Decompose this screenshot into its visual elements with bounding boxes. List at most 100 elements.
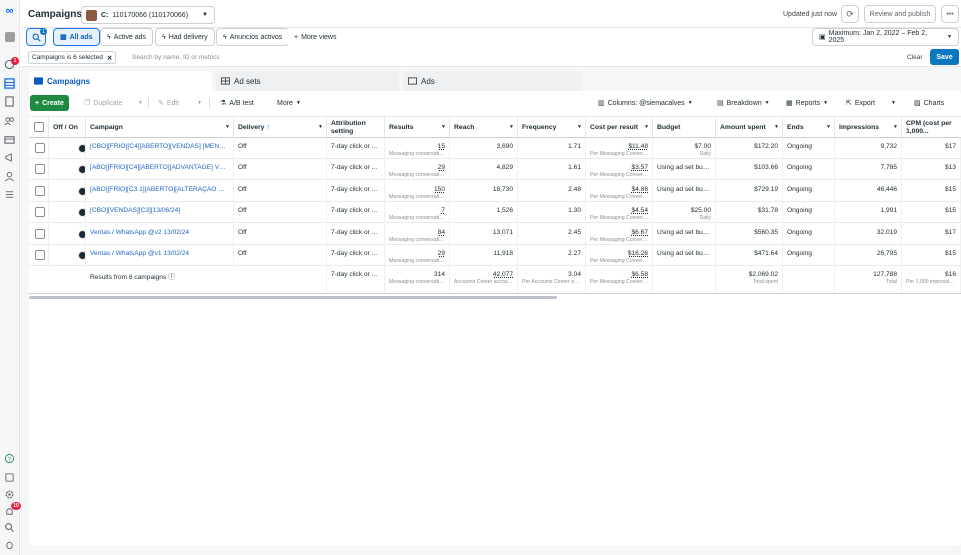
edit-button[interactable]: ✎ Edit <box>153 95 184 111</box>
megaphone-icon[interactable] <box>3 151 16 164</box>
row-checkbox[interactable] <box>35 164 45 175</box>
bug-report-icon[interactable] <box>3 538 16 551</box>
col-cost-per-result[interactable]: Cost per result ▼ <box>586 117 653 138</box>
review-publish-button[interactable]: Review and publish <box>864 5 936 23</box>
people-icon[interactable] <box>3 170 16 183</box>
off-on-toggle[interactable] <box>78 229 85 239</box>
col-results[interactable]: Results ▼ <box>385 117 450 138</box>
more-options-button[interactable]: ••• <box>941 5 959 23</box>
col-budget[interactable]: Budget <box>653 117 716 138</box>
campaign-name-link[interactable]: [ABO][FRIO][C3.1][ABERTO][ALTERAÇÃO DE C… <box>90 186 229 193</box>
view-all-ads[interactable]: ▦ All ads <box>53 28 100 46</box>
billing-icon[interactable] <box>3 133 16 146</box>
cost-per-result-value[interactable]: $3.57 <box>631 164 648 171</box>
off-on-toggle[interactable] <box>78 251 85 260</box>
row-checkbox[interactable] <box>35 207 45 218</box>
meta-logo-icon[interactable]: ∞ <box>3 5 16 18</box>
pages-icon[interactable] <box>3 95 16 108</box>
account-selector[interactable]: C: 110170066 (110170066) ▼ <box>81 6 215 24</box>
col-cpm[interactable]: CPM (cost per 1,000... <box>902 117 961 138</box>
results-value[interactable]: 29 <box>438 250 445 257</box>
totals-cpr[interactable]: $6.58 <box>631 271 648 278</box>
col-reach[interactable]: Reach ▼ <box>450 117 518 138</box>
refresh-button[interactable]: ⟳ <box>841 5 859 23</box>
row-checkbox[interactable] <box>35 143 45 153</box>
ab-test-button[interactable]: ⚗ A/B test <box>215 95 259 111</box>
table-row[interactable]: [CBO][FRIO][C4][ABERTO][VENDAS] [MENSAGE… <box>29 138 961 159</box>
view-anuncios-activos[interactable]: ϟ Anuncios activos <box>216 28 290 46</box>
tab-ad-sets[interactable]: Ad sets <box>216 71 399 91</box>
col-attribution[interactable]: Attribution setting <box>327 117 385 138</box>
cost-per-result-value[interactable]: $6.67 <box>631 229 648 236</box>
cost-per-result-value[interactable]: $16.26 <box>628 250 648 257</box>
more-actions-button[interactable]: More ▼ <box>272 95 306 111</box>
table-row[interactable]: Ventas / WhatsApp @v2 13/02/24 Off 7-day c… <box>29 223 961 245</box>
campaign-name-link[interactable]: Ventas / WhatsApp @v2 13/02/24 <box>90 229 189 236</box>
close-icon[interactable]: ✕ <box>107 54 112 62</box>
clear-button[interactable]: Clear <box>907 54 923 61</box>
cost-per-result-value[interactable]: $11.48 <box>628 143 648 150</box>
help-icon[interactable]: ? <box>3 452 16 465</box>
campaign-name-link[interactable]: Ventas / WhatsApp @v1 13/02/24 <box>90 250 189 257</box>
reports-button[interactable]: ▦ Reports ▼ <box>781 95 833 111</box>
off-on-toggle[interactable] <box>78 186 85 196</box>
col-delivery[interactable]: Delivery ↑ ▼ <box>234 117 327 138</box>
tab-ads[interactable]: Ads <box>403 71 582 91</box>
duplicate-dropdown[interactable]: ▼ <box>133 95 148 111</box>
edit-dropdown[interactable]: ▼ <box>192 95 207 111</box>
view-active-ads[interactable]: ϟ Active ads <box>100 28 154 46</box>
feedback-icon[interactable] <box>3 471 16 484</box>
totals-reach[interactable]: 42,077 <box>493 271 513 278</box>
audiences-icon[interactable] <box>3 114 16 127</box>
row-checkbox[interactable] <box>35 250 45 260</box>
table-row[interactable]: Ventas / WhatsApp @v1 13/02/24 Off 7-day c… <box>29 245 961 266</box>
col-campaign[interactable]: Campaign ▼ <box>86 117 234 138</box>
horizontal-scrollbar[interactable] <box>29 296 557 299</box>
col-frequency[interactable]: Frequency ▼ <box>518 117 586 138</box>
export-button[interactable]: ⇱ Export <box>841 95 880 111</box>
breakdown-button[interactable]: ▤ Breakdown ▼ <box>712 95 775 111</box>
row-checkbox[interactable] <box>35 228 45 239</box>
campaign-name-link[interactable]: [ABO][FRIO][C4][ABERTO][ADVANTAGE] Venta… <box>90 164 229 171</box>
create-button[interactable]: + Create <box>30 95 69 111</box>
off-on-toggle[interactable] <box>78 165 85 175</box>
results-value[interactable]: 29 <box>438 164 445 171</box>
col-amount-spent[interactable]: Amount spent ▼ <box>716 117 783 138</box>
results-value[interactable]: 84 <box>438 229 445 236</box>
results-value[interactable]: 15 <box>438 143 445 150</box>
campaign-name-link[interactable]: [CBO][VENDAS][C3][13/06/24] <box>90 207 180 214</box>
table-row[interactable]: [ABO][FRIO][C4][ABERTO][ADVANTAGE] Venta… <box>29 159 961 181</box>
charts-button[interactable]: ▨ Charts <box>909 95 949 111</box>
columns-button[interactable]: ▥ Columns: @siemacalves ▼ <box>593 95 698 111</box>
cell-results: 84 Messaging conversations <box>385 223 450 244</box>
search-icon[interactable] <box>3 521 16 534</box>
results-value[interactable]: 150 <box>434 186 445 193</box>
cost-per-result-value[interactable]: $4.54 <box>631 207 648 214</box>
col-ends[interactable]: Ends ▼ <box>783 117 835 138</box>
account-avatar-icon[interactable] <box>3 30 16 43</box>
campaign-name-link[interactable]: [CBO][FRIO][C4][ABERTO][VENDAS] [MENSAGE… <box>90 143 229 150</box>
table-row[interactable]: [ABO][FRIO][C3.1][ABERTO][ALTERAÇÃO DE C… <box>29 180 961 202</box>
search-input[interactable]: Search by name, ID or metrics <box>132 54 220 61</box>
col-off-on[interactable]: Off / On <box>49 117 86 138</box>
tab-campaigns[interactable]: Campaigns <box>29 71 212 91</box>
date-range-picker[interactable]: ▣ Maximum: Jan 2, 2022 – Feb 2, 2025 ▼ <box>812 28 959 46</box>
off-on-toggle[interactable] <box>78 208 85 218</box>
menu-icon[interactable] <box>3 188 16 201</box>
info-icon[interactable]: ⓘ <box>166 274 175 281</box>
table-row[interactable]: [CBO][VENDAS][C3][13/06/24] Off 7-day clic… <box>29 202 961 224</box>
campaigns-table-icon[interactable] <box>3 77 16 90</box>
save-button[interactable]: Save <box>930 49 959 65</box>
row-checkbox[interactable] <box>35 185 45 196</box>
col-impressions[interactable]: Impressions ▼ <box>835 117 902 138</box>
filter-chip[interactable]: Campaigns is 6 selected ✕ <box>28 51 117 64</box>
settings-gear-icon[interactable] <box>3 488 16 501</box>
off-on-toggle[interactable] <box>78 144 85 153</box>
select-all-checkbox[interactable] <box>34 122 44 132</box>
export-dropdown[interactable]: ▼ <box>886 95 901 111</box>
view-had-delivery[interactable]: ϟ Had delivery <box>155 28 215 46</box>
more-views-button[interactable]: + More views <box>287 28 344 46</box>
results-value[interactable]: 7 <box>441 207 445 214</box>
duplicate-button[interactable]: ❐ Duplicate <box>79 95 127 111</box>
cost-per-result-value[interactable]: $4.86 <box>631 186 648 193</box>
